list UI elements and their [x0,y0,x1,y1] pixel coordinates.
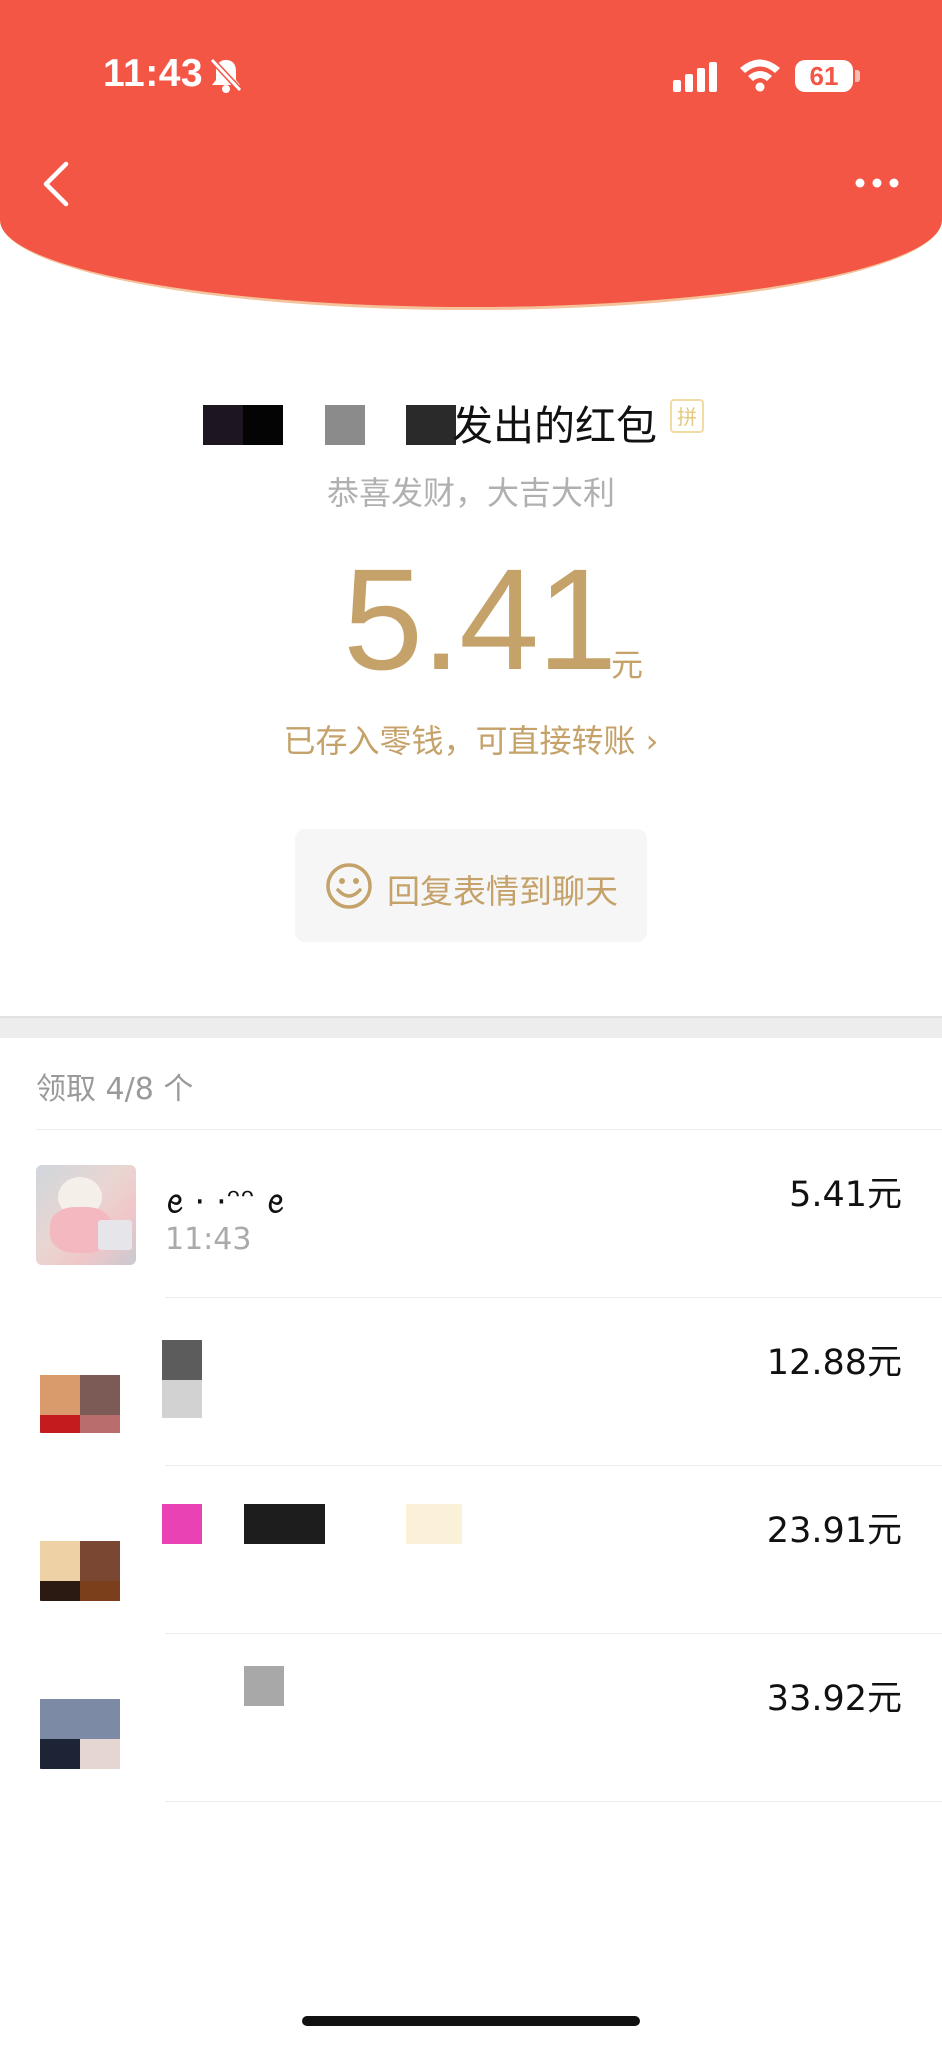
received-count: 领取 4/8 个 [36,1072,194,1107]
bell-slash-icon [209,57,243,93]
receiver-amount: 33.92元 [766,1679,902,1719]
greeting-text: 恭喜发财，大吉大利 [326,474,615,512]
avatar-redacted [36,1501,136,1601]
battery-indicator: 61 [795,60,853,92]
avatar-redacted [36,1333,136,1433]
receiver-row[interactable]: 33.92元 [0,1634,942,1802]
chevron-left-icon[interactable] [36,158,80,210]
home-indicator[interactable] [302,2016,640,2026]
amount-unit: 元 [611,646,644,684]
reply-sticker-label: 回复表情到聊天 [387,872,618,911]
reply-sticker-button[interactable]: 回复表情到聊天 [295,829,647,942]
wifi-icon [740,59,780,92]
receiver-row[interactable]: 12.88元 [0,1298,942,1466]
smile-icon [326,863,372,909]
avatar-redacted [36,1669,136,1769]
red-envelope-header [0,0,942,310]
cellular-signal-icon [673,62,717,92]
amount-display: 5.41 元 [0,539,942,700]
pin-badge: 拼 [670,399,704,433]
battery-nub [855,70,860,82]
status-time: 11:43 [103,52,204,95]
receiver-amount: 5.41元 [789,1175,902,1215]
divider [165,1801,942,1802]
amount-value: 5.41 [343,539,617,700]
section-divider [0,1016,942,1038]
more-dots-icon[interactable] [854,172,900,194]
receiver-time: 11:43 [165,1222,252,1257]
receiver-amount: 23.91元 [766,1511,902,1551]
sender-title: 发出的红包 [452,402,657,450]
avatar [36,1165,136,1265]
receiver-row[interactable]: 23.91元 [0,1466,942,1634]
saved-to-wallet-link[interactable]: 已存入零钱，可直接转账 › [0,716,942,762]
receiver-row[interactable]: ꫀ · ·ᵔᵔ ꫀ 11:43 5.41元 [0,1130,942,1298]
receiver-amount: 12.88元 [766,1343,902,1383]
